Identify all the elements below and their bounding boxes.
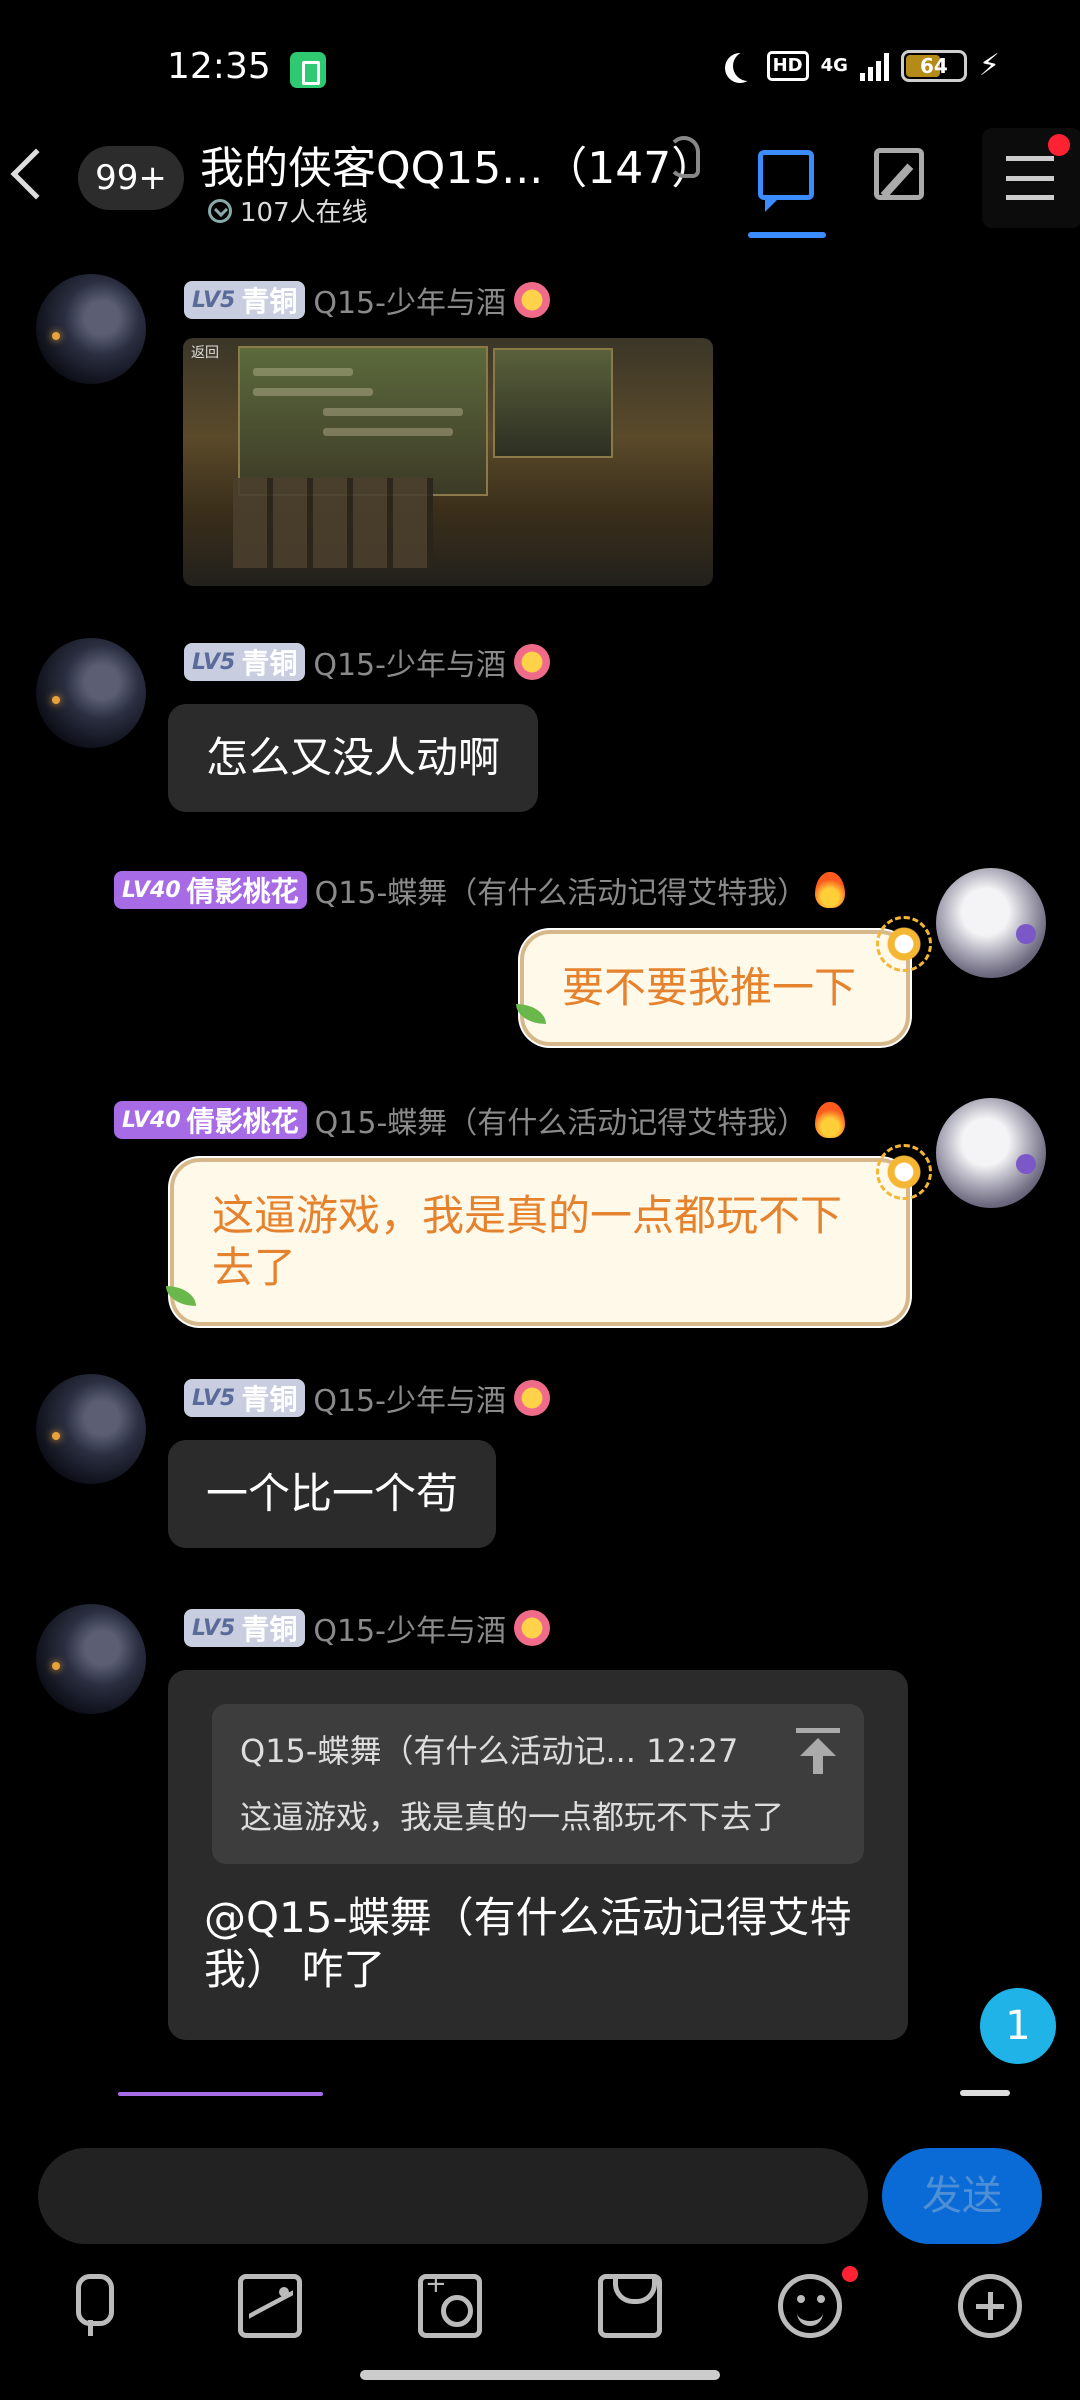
level-badge: LV40 倩影桃花 <box>114 1101 307 1139</box>
send-button[interactable]: 发送 <box>882 2148 1042 2244</box>
chat-header: 99+ 我的侠客QQ15...（147） 107人在线 <box>0 118 1080 248</box>
level-badge: LV5 青铜 <box>184 643 306 681</box>
avatar[interactable] <box>936 1098 1046 1208</box>
level-badge: LV5 青铜 <box>184 1379 306 1417</box>
quote-text: 这逼游戏，我是真的一点都玩不下去了 <box>240 1798 785 1836</box>
emoji-icon[interactable] <box>778 2274 842 2338</box>
image-message[interactable]: 返回 <box>183 338 713 586</box>
next-message-peek <box>118 2092 323 2096</box>
flower-badge-icon <box>513 644 550 680</box>
home-indicator[interactable] <box>360 2370 720 2380</box>
edit-tab-icon[interactable] <box>874 148 924 200</box>
composer-toolbar <box>0 2246 1080 2356</box>
level-badge: LV40 倩影桃花 <box>114 871 307 909</box>
battery-icon: 64 <box>900 49 967 82</box>
sender-name[interactable]: Q15-少年与酒 <box>313 278 506 322</box>
network-type: 4G <box>820 54 848 76</box>
avatar[interactable] <box>936 868 1046 978</box>
sender-name[interactable]: Q15-蝶舞（有什么活动记得艾特我） <box>315 868 808 912</box>
screenshot-back-label: 返回 <box>191 345 219 361</box>
sun-decoration-icon <box>876 1144 932 1200</box>
fire-icon <box>815 1102 846 1138</box>
message-meta: LV5 青铜 Q15-少年与酒 <box>184 1376 550 1420</box>
sun-decoration-icon <box>876 916 932 972</box>
app-lock-icon <box>290 52 326 88</box>
flower-badge-icon <box>513 1380 550 1416</box>
signal-icon <box>859 51 889 81</box>
chevron-down-circle-icon <box>208 198 232 223</box>
sender-name[interactable]: Q15-蝶舞（有什么活动记得艾特我） <box>315 1098 808 1142</box>
charging-icon: ⚡ <box>978 48 1000 83</box>
message-bubble[interactable]: 这逼游戏，我是真的一点都玩不下去了 <box>170 1158 910 1326</box>
chat-tab-icon[interactable] <box>758 150 814 212</box>
message-bubble[interactable]: 一个比一个苟 <box>168 1440 497 1548</box>
notification-dot <box>842 2266 858 2282</box>
avatar[interactable] <box>36 1604 146 1714</box>
do-not-disturb-icon <box>733 51 763 81</box>
sender-name[interactable]: Q15-少年与酒 <box>313 640 506 684</box>
red-packet-icon[interactable] <box>598 2274 662 2338</box>
camera-icon[interactable] <box>418 2269 482 2338</box>
message-meta: LV5 青铜 Q15-少年与酒 <box>184 640 550 684</box>
menu-button[interactable] <box>982 128 1080 228</box>
mic-icon[interactable] <box>58 2274 122 2338</box>
plus-icon[interactable] <box>958 2274 1022 2338</box>
flower-badge-icon <box>513 1610 550 1646</box>
avatar[interactable] <box>36 274 146 384</box>
reply-text: @Q15-蝶舞（有什么活动记得艾特我） 咋了 <box>204 1893 852 1994</box>
new-message-badge[interactable]: 1 <box>980 1988 1056 2064</box>
level-badge: LV5 青铜 <box>184 281 306 319</box>
message-meta: LV5 青铜 Q15-少年与酒 <box>184 1606 550 1650</box>
menu-icon <box>1006 156 1054 200</box>
avatar[interactable] <box>36 638 146 748</box>
unread-count-badge[interactable]: 99+ <box>78 146 184 210</box>
level-badge: LV5 青铜 <box>184 1609 306 1647</box>
sender-name[interactable]: Q15-少年与酒 <box>313 1606 506 1650</box>
hd-icon: HD <box>766 50 809 81</box>
image-icon[interactable] <box>238 2274 302 2338</box>
online-status[interactable]: 107人在线 <box>208 192 368 229</box>
reply-message-bubble[interactable]: Q15-蝶舞（有什么活动记... 12:27 这逼游戏，我是真的一点都玩不下去了… <box>168 1670 908 2040</box>
fire-icon <box>815 872 846 908</box>
jump-to-quote-icon[interactable] <box>796 1728 840 1776</box>
notification-dot <box>1048 134 1070 156</box>
message-meta: LV40 倩影桃花 Q15-蝶舞（有什么活动记得艾特我） <box>114 1098 846 1142</box>
next-message-peek <box>960 2090 1010 2096</box>
back-icon[interactable] <box>10 148 62 200</box>
message-meta: LV5 青铜 Q15-少年与酒 <box>184 278 550 322</box>
message-bubble[interactable]: 怎么又没人动啊 <box>168 704 539 812</box>
message-meta: LV40 倩影桃花 Q15-蝶舞（有什么活动记得艾特我） <box>114 868 846 912</box>
sender-name[interactable]: Q15-少年与酒 <box>313 1376 506 1420</box>
battery-percent: 64 <box>920 53 948 78</box>
screenshot-side-panel <box>493 348 613 458</box>
message-bubble[interactable]: 要不要我推一下 <box>520 930 910 1046</box>
quoted-message[interactable]: Q15-蝶舞（有什么活动记... 12:27 这逼游戏，我是真的一点都玩不下去了 <box>212 1704 864 1864</box>
status-time: 12:35 <box>167 46 271 87</box>
screenshot-grid <box>233 478 433 568</box>
avatar[interactable] <box>36 1374 146 1484</box>
message-input[interactable] <box>38 2148 868 2244</box>
group-title[interactable]: 我的侠客QQ15...（147） <box>200 132 715 196</box>
quote-header: Q15-蝶舞（有什么活动记... 12:27 <box>240 1732 739 1770</box>
flower-badge-icon <box>513 282 550 318</box>
active-tab-indicator <box>748 232 826 238</box>
status-icons: HD 4G 64 ⚡ <box>725 48 1000 83</box>
earpiece-mode-icon <box>668 136 700 178</box>
online-count: 107人在线 <box>240 198 368 228</box>
